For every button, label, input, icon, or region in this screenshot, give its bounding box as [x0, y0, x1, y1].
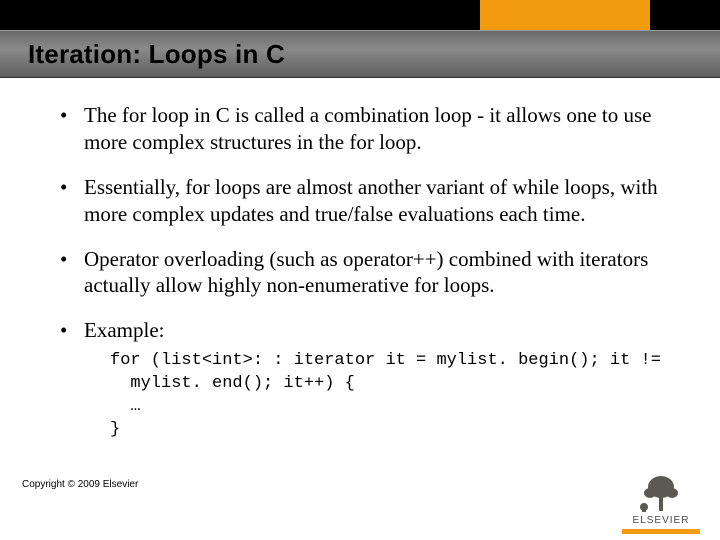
- bullet-text: Example:: [84, 318, 164, 342]
- content-area: The for loop in C is called a combinatio…: [0, 78, 720, 442]
- logo-underline: [622, 529, 700, 534]
- bullet-item: Operator overloading (such as operator++…: [58, 246, 672, 300]
- bullet-item: The for loop in C is called a combinatio…: [58, 102, 672, 156]
- copyright-text: Copyright © 2009 Elsevier: [22, 479, 138, 490]
- title-band: Iteration: Loops in C: [0, 30, 720, 78]
- top-bar: [0, 0, 720, 30]
- bullet-item: Example: for (list<int>: : iterator it =…: [58, 317, 672, 442]
- elsevier-logo: ELSEVIER: [622, 473, 700, 534]
- bullet-item: Essentially, for loops are almost anothe…: [58, 174, 672, 228]
- code-example: for (list<int>: : iterator it = mylist. …: [110, 350, 672, 442]
- logo-text: ELSEVIER: [622, 515, 700, 526]
- bullet-list: The for loop in C is called a combinatio…: [58, 102, 672, 442]
- slide-title: Iteration: Loops in C: [28, 39, 285, 70]
- accent-block: [480, 0, 650, 30]
- elsevier-tree-icon: [634, 473, 688, 513]
